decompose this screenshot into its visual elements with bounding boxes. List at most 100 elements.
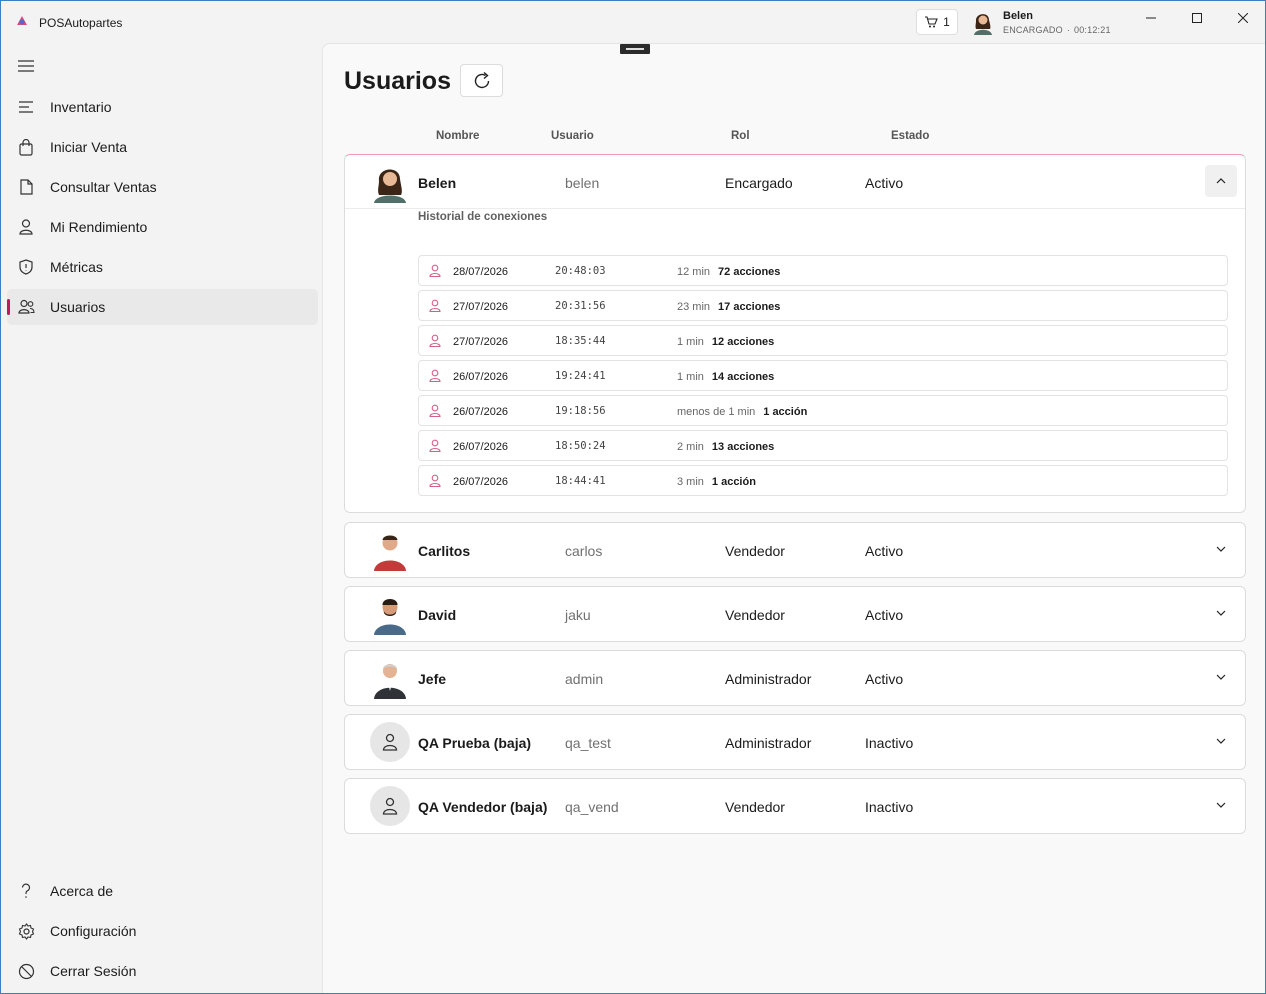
user-role: Vendedor [725, 799, 785, 815]
history-duration: 3 min 1 acción [677, 476, 756, 488]
person-icon [429, 404, 441, 417]
chevron-down-icon [1216, 802, 1226, 808]
user-username: carlos [565, 543, 603, 559]
user-role: Administrador [725, 735, 812, 751]
sidebar-item-inventario[interactable]: Inventario [7, 89, 318, 125]
history-row: 26/07/2026 18:44:41 3 min 1 acción [418, 465, 1228, 496]
user-state: Activo [865, 607, 904, 623]
user-card-qa-prueba[interactable]: QA Prueba (baja) qa_test Administrador I… [344, 714, 1246, 770]
user-name: Carlitos [418, 543, 471, 559]
person-icon [429, 439, 441, 452]
person-icon [429, 334, 441, 347]
history-title: Historial de conexiones [418, 211, 548, 223]
sidebar-item-label: Cerrar Sesión [50, 963, 137, 979]
history-date: 26/07/2026 [453, 476, 509, 488]
person-icon [429, 474, 441, 487]
people-icon [17, 298, 35, 316]
user-name: David [418, 607, 457, 623]
expand-button[interactable] [1205, 597, 1237, 629]
history-row: 27/07/2026 20:31:56 23 min 17 acciones [418, 290, 1228, 321]
user-state: Activo [865, 543, 904, 559]
main-panel: Usuarios Nombre Usuario Rol Estado Belen… [322, 43, 1265, 993]
expand-button[interactable] [1205, 533, 1237, 565]
sidebar-item-iniciar-venta[interactable]: Iniciar Venta [7, 129, 318, 165]
user-avatar-jefe [374, 664, 406, 699]
document-icon [17, 178, 35, 196]
expand-button[interactable] [1205, 725, 1237, 757]
user-role: Vendedor [725, 543, 785, 559]
person-icon [17, 218, 35, 236]
question-icon [17, 882, 35, 900]
app-title: POSAutopartes [39, 16, 123, 30]
shield-icon [17, 258, 35, 276]
sidebar-item-configuracion[interactable]: Configuración [7, 913, 318, 949]
history-date: 27/07/2026 [453, 336, 509, 348]
person-icon [429, 264, 441, 277]
sidebar-item-usuarios[interactable]: Usuarios [7, 289, 318, 325]
user-username: qa_test [565, 735, 611, 751]
chevron-up-icon [1216, 178, 1226, 184]
history-duration: 12 min 72 acciones [677, 266, 781, 278]
minimize-button[interactable] [1136, 7, 1166, 29]
refresh-button[interactable] [460, 64, 503, 97]
user-card-jefe[interactable]: Jefe admin Administrador Activo [344, 650, 1246, 706]
history-duration: menos de 1 min 1 acción [677, 406, 808, 418]
history-date: 26/07/2026 [453, 441, 509, 453]
history-time: 20:48:03 [555, 265, 606, 277]
collapse-button[interactable] [1205, 165, 1237, 197]
sidebar-item-consultar-ventas[interactable]: Consultar Ventas [7, 169, 318, 205]
user-state: Inactivo [865, 735, 914, 751]
maximize-icon [1192, 13, 1202, 23]
maximize-button[interactable] [1182, 7, 1212, 29]
history-actions: 14 acciones [711, 371, 775, 383]
chevron-down-icon [1216, 674, 1226, 680]
sidebar-item-metricas[interactable]: Métricas [7, 249, 318, 285]
user-card-header[interactable]: Belen belen Encargado Activo [345, 155, 1245, 209]
history-date: 26/07/2026 [453, 406, 509, 418]
title-bar: POSAutopartes 1 Belen ENCARGADO · 00:12:21 [1, 1, 1265, 43]
chevron-down-icon [1216, 610, 1226, 616]
history-row: 26/07/2026 19:24:41 1 min 14 acciones [418, 360, 1228, 391]
column-header-rol: Rol [731, 130, 750, 142]
person-icon [429, 369, 441, 382]
history-date: 26/07/2026 [453, 371, 509, 383]
cart-count: 1 [943, 15, 950, 29]
user-role: Vendedor [725, 607, 785, 623]
user-name: QA Vendedor (baja) [418, 799, 548, 815]
history-row: 28/07/2026 20:48:03 12 min 72 acciones [418, 255, 1228, 286]
logout-icon [17, 962, 35, 980]
sidebar: Inventario Iniciar Venta Consultar Venta… [1, 43, 322, 993]
expand-button[interactable] [1205, 661, 1237, 693]
sidebar-item-label: Acerca de [50, 883, 114, 899]
history-duration: 2 min 13 acciones [677, 441, 775, 453]
user-name: Jefe [418, 671, 447, 687]
history-date: 27/07/2026 [453, 301, 509, 313]
history-time: 19:18:56 [555, 405, 606, 417]
session-timer: 00:12:21 [1074, 25, 1111, 35]
column-header-usuario: Usuario [551, 130, 594, 142]
expand-button[interactable] [1205, 789, 1237, 821]
user-avatar-belen [374, 169, 406, 203]
sidebar-item-acerca-de[interactable]: Acerca de [7, 873, 318, 909]
user-card-carlitos[interactable]: Carlitos carlos Vendedor Activo [344, 522, 1246, 578]
history-actions: 72 acciones [718, 266, 781, 278]
history-time: 18:50:24 [555, 440, 606, 452]
history-actions: 13 acciones [711, 441, 775, 453]
history-date: 28/07/2026 [453, 266, 509, 278]
history-time: 20:31:56 [555, 300, 606, 312]
user-card-qa-vendedor[interactable]: QA Vendedor (baja) qa_vend Vendedor Inac… [344, 778, 1246, 834]
close-icon [1238, 13, 1248, 23]
sidebar-item-mi-rendimiento[interactable]: Mi Rendimiento [7, 209, 318, 245]
user-avatar[interactable] [971, 9, 995, 35]
user-username: qa_vend [565, 799, 619, 815]
close-button[interactable] [1228, 7, 1258, 29]
cart-button[interactable]: 1 [916, 9, 958, 35]
list-icon [17, 98, 35, 116]
hamburger-menu-icon[interactable] [17, 59, 35, 73]
sidebar-item-label: Configuración [50, 923, 137, 939]
drag-handle[interactable] [620, 44, 650, 54]
user-card-david[interactable]: David jaku Vendedor Activo [344, 586, 1246, 642]
user-username: jaku [565, 607, 591, 623]
person-icon [429, 299, 441, 312]
sidebar-item-cerrar-sesion[interactable]: Cerrar Sesión [7, 953, 318, 989]
